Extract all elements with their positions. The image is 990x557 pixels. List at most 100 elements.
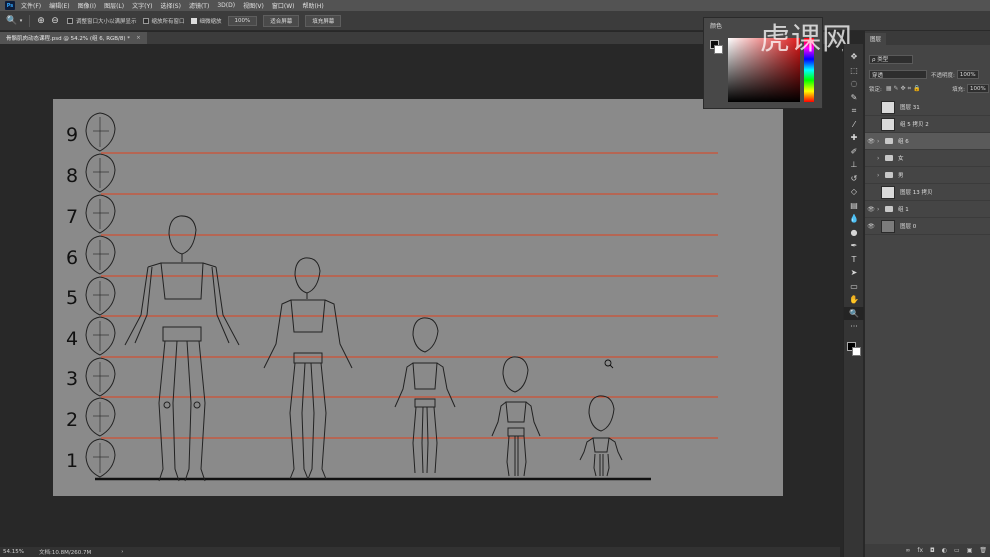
new-group-icon[interactable]: ▭ [954,547,960,554]
menu-layer[interactable]: 图层(L) [104,1,124,10]
dodge-tool-icon[interactable]: ● [844,226,864,240]
zoom-all-option[interactable]: 缩放所有窗口 [142,17,185,25]
layer-row[interactable]: › 女 [865,150,990,167]
background-color-swatch[interactable] [714,45,723,54]
trash-icon[interactable]: 🗑 [979,547,987,554]
marquee-tool-icon[interactable]: ⬚ [844,64,864,78]
scale-number-6: 6 [66,247,78,269]
blur-tool-icon[interactable]: 💧 [844,212,864,226]
close-icon[interactable]: × [136,35,141,41]
zoom-out-icon[interactable]: ⊖ [49,15,61,27]
divider [29,14,30,27]
folder-icon [885,138,893,144]
crop-tool-icon[interactable]: ⌗ [844,104,864,118]
layer-thumbnail [881,219,895,233]
layer-filter-row: ρ 类型 [865,53,990,65]
document-tab-title: 骨骼肌肉动态课程.psd @ 54.2% (组 6, RGB/8) * [6,36,131,42]
zoom-tool-icon[interactable]: 🔍 [6,15,18,27]
menu-view[interactable]: 视图(V) [243,1,264,10]
watermark-logo: 虎课网 [760,22,853,57]
status-zoom[interactable]: 54.15% [3,549,39,555]
layer-name: 图层 13 拷贝 [900,190,933,196]
blend-mode-select[interactable]: 穿透 [869,70,927,79]
layer-row[interactable]: 图层 13 拷贝 [865,184,990,201]
opacity-input[interactable]: 100% [956,70,979,79]
menu-file[interactable]: 文件(F) [21,1,41,10]
scale-number-1: 1 [66,450,78,472]
adjustment-layer-icon[interactable]: ◐ [942,547,947,554]
zoom-in-icon[interactable]: ⊕ [35,15,47,27]
chevron-right-icon[interactable]: › [121,549,123,555]
eye-icon[interactable]: 👁 [865,223,877,230]
status-doc-size: 文档:10.8M/260.7M [39,550,92,556]
fx-icon[interactable]: fx [917,547,923,554]
zoom-100-button[interactable]: 100% [227,15,258,26]
layer-kind-filter[interactable]: ρ 类型 [869,54,913,64]
history-brush-icon[interactable]: ↺ [844,172,864,186]
eyedropper-tool-icon[interactable]: ⁄ [844,118,864,132]
layer-row[interactable]: 图层 31 [865,99,990,116]
healing-tool-icon[interactable]: ✚ [844,131,864,145]
resize-windows-option[interactable]: 调整窗口大小以满屏显示 [67,17,137,25]
chevron-right-icon[interactable]: › [877,172,885,179]
layer-row[interactable]: › 男 [865,167,990,184]
lasso-tool-icon[interactable]: ◌ [844,77,864,91]
quick-select-tool-icon[interactable]: ✎ [844,91,864,105]
menu-filter[interactable]: 滤镜(T) [189,1,209,10]
new-layer-icon[interactable]: ▣ [967,547,973,554]
hand-tool-icon[interactable]: ✋ [844,293,864,307]
workspace[interactable]: 9 8 7 6 5 4 3 2 1 [0,44,840,547]
lock-icons[interactable]: ▦✎✥⌗🔒 [886,85,923,93]
zoom-tool-icon[interactable]: 🔍 [844,306,864,320]
move-tool-icon[interactable]: ✥ [844,50,864,64]
menu-window[interactable]: 窗口(W) [272,1,295,10]
document-canvas[interactable]: 9 8 7 6 5 4 3 2 1 [53,99,783,496]
scrubby-zoom-option[interactable]: 细微缩放 [190,17,222,25]
menu-help[interactable]: 帮助(H) [303,1,324,10]
link-layers-icon[interactable]: ∞ [905,547,910,554]
resize-windows-checkbox[interactable] [67,17,73,24]
blend-opacity-row: 穿透 不透明度: 100% [865,69,990,80]
layer-name: 男 [898,173,904,179]
scale-number-5: 5 [66,287,78,309]
scale-number-3: 3 [66,368,78,390]
tab-layers[interactable]: 图层 [865,33,887,45]
scrubby-zoom-checkbox[interactable] [190,17,197,24]
menu-3d[interactable]: 3D(D) [217,2,235,9]
scrubby-zoom-label: 细微缩放 [199,18,222,25]
eraser-tool-icon[interactable]: ◇ [844,185,864,199]
add-mask-icon[interactable]: ◘ [930,547,935,554]
layer-row[interactable]: 👁 图层 0 [865,218,990,235]
document-tab[interactable]: 骨骼肌肉动态课程.psd @ 54.2% (组 6, RGB/8) * × [0,32,147,44]
layer-row[interactable]: 👁 › 组 1 [865,201,990,218]
chevron-right-icon[interactable]: › [877,206,885,213]
background-color-swatch[interactable] [852,347,861,356]
eye-icon[interactable]: 👁 [865,138,877,145]
fill-screen-button[interactable]: 填充屏幕 [305,14,342,27]
fill-label: 填充: [952,86,965,93]
zoom-all-checkbox[interactable] [142,17,149,24]
menu-edit[interactable]: 编辑(E) [49,1,69,10]
chevron-right-icon[interactable]: › [877,155,885,162]
fill-input[interactable]: 100% [967,84,989,93]
menu-image[interactable]: 图像(I) [78,1,96,10]
type-tool-icon[interactable]: T [844,253,864,267]
gradient-tool-icon[interactable]: ▤ [844,199,864,213]
pen-tool-icon[interactable]: ✒ [844,239,864,253]
stamp-tool-icon[interactable]: ⊥ [844,158,864,172]
layer-thumbnail [881,185,895,199]
layer-name: 图层 0 [900,224,917,230]
chevron-down-icon[interactable]: ▾ [18,15,24,27]
layer-row[interactable]: 组 5 拷贝 2 [865,116,990,133]
layer-row-selected[interactable]: 👁 › 组 6 [865,133,990,150]
fit-screen-button[interactable]: 适合屏幕 [263,14,300,27]
shape-tool-icon[interactable]: ▭ [844,280,864,294]
layer-thumbnail [881,117,895,131]
brush-tool-icon[interactable]: ✐ [844,145,864,159]
chevron-right-icon[interactable]: › [877,138,885,145]
path-select-tool-icon[interactable]: ➤ [844,266,864,280]
more-tools-icon[interactable]: ··· [844,320,864,334]
menu-select[interactable]: 选择(S) [160,1,181,10]
menu-type[interactable]: 文字(Y) [132,1,152,10]
eye-icon[interactable]: 👁 [865,206,877,213]
